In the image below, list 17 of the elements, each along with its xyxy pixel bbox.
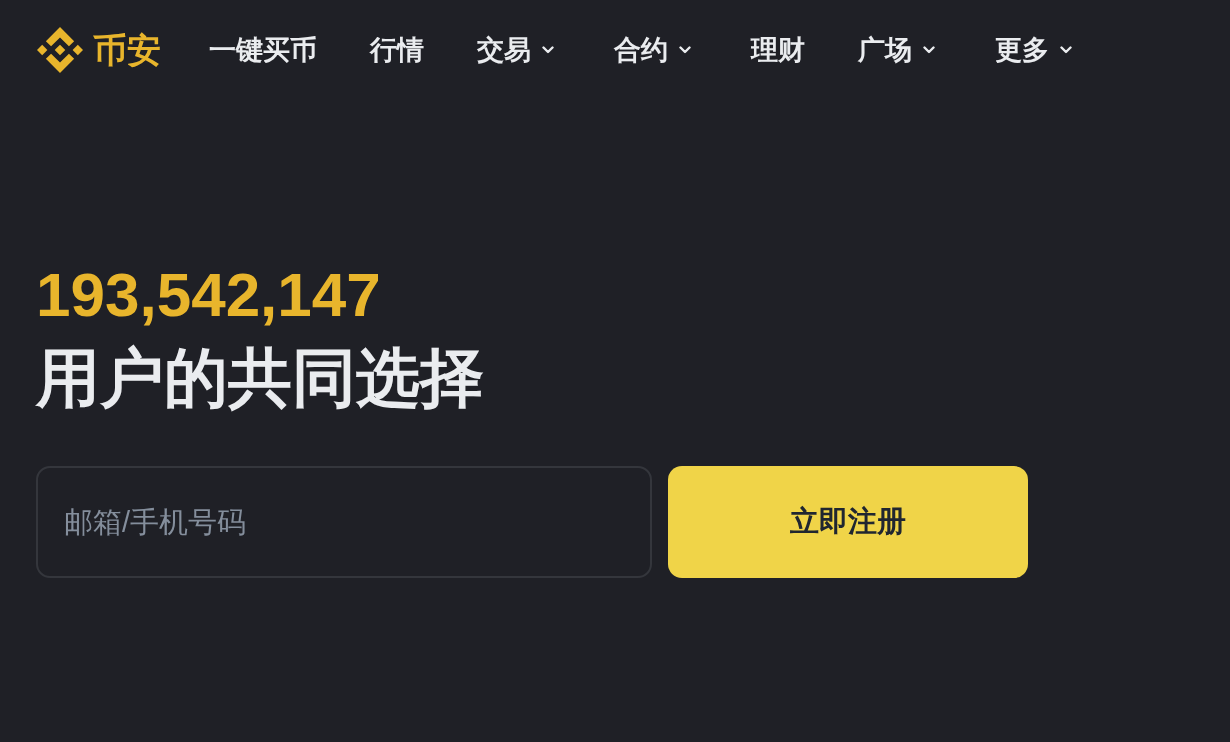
nav-link[interactable]: 合约: [614, 36, 691, 64]
nav-link[interactable]: 交易: [477, 36, 554, 64]
nav-link[interactable]: 更多: [995, 36, 1072, 64]
user-count: 193,542,147: [36, 260, 381, 330]
register-button[interactable]: 立即注册: [668, 466, 1028, 578]
caret-icon: [542, 46, 554, 54]
diamond-logo-icon: [37, 27, 83, 73]
nav-link[interactable]: 一键买币: [209, 36, 317, 64]
caret-icon: [1060, 46, 1072, 54]
nav-link[interactable]: 广场: [858, 36, 935, 64]
caret-icon: [679, 46, 691, 54]
logo-text: 币安: [93, 33, 161, 67]
email-phone-field[interactable]: 邮箱/手机号码: [36, 466, 652, 578]
nav-link[interactable]: 行情: [370, 36, 424, 64]
tagline: 用户的共同选择: [36, 341, 484, 416]
nav-link[interactable]: 理财: [751, 36, 805, 64]
caret-icon: [923, 46, 935, 54]
